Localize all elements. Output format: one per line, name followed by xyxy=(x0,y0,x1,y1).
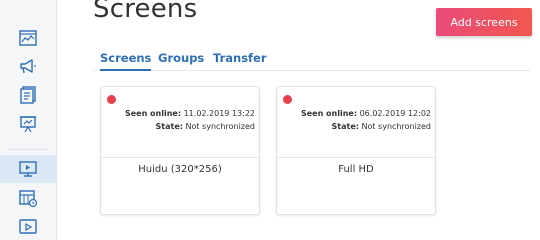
sidebar-item-campaigns[interactable] xyxy=(0,52,56,80)
screen-name: Full HD xyxy=(338,164,374,175)
sidebar-item-content[interactable] xyxy=(0,81,56,109)
tab-bar: Screens Groups Transfer xyxy=(93,51,530,71)
add-screens-button[interactable]: Add screens xyxy=(436,8,532,36)
tab-screens[interactable]: Screens xyxy=(100,51,152,71)
screen-name: Huidu (320*256) xyxy=(138,164,222,175)
sidebar-divider xyxy=(8,149,48,150)
tab-groups[interactable]: Groups xyxy=(158,51,204,71)
status-indicator xyxy=(107,95,116,104)
video-player-icon xyxy=(19,219,37,234)
sidebar-item-media[interactable] xyxy=(0,212,56,240)
presentation-board-icon xyxy=(20,116,36,133)
state-value: Not synchronized xyxy=(185,122,256,131)
sidebar-item-dashboard[interactable] xyxy=(0,24,56,52)
monitor-screen-icon xyxy=(19,161,37,177)
screen-info: Seen online: 06.02.2019 12:02 State: Not… xyxy=(301,107,431,133)
card-divider xyxy=(277,157,435,158)
seen-online-label: Seen online: xyxy=(124,109,182,118)
seen-online-row: Seen online: 11.02.2019 13:22 xyxy=(125,107,255,120)
screen-card[interactable]: Seen online: 11.02.2019 13:22 State: Not… xyxy=(100,86,260,215)
seen-online-value: 06.02.2019 12:02 xyxy=(359,109,431,118)
state-value: Not synchronized xyxy=(361,122,432,131)
screen-info: Seen online: 11.02.2019 13:22 State: Not… xyxy=(125,107,255,133)
state-row: State: Not synchronized xyxy=(125,120,255,133)
seen-online-label: Seen online: xyxy=(300,109,358,118)
seen-online-row: Seen online: 06.02.2019 12:02 xyxy=(301,107,431,120)
screen-card[interactable]: Seen online: 06.02.2019 12:02 State: Not… xyxy=(276,86,436,215)
sidebar xyxy=(0,0,57,240)
content-pages-icon xyxy=(20,86,36,104)
seen-online-value: 11.02.2019 13:22 xyxy=(183,109,255,118)
calendar-schedule-icon xyxy=(19,190,38,208)
card-divider xyxy=(101,157,259,158)
status-indicator xyxy=(283,95,292,104)
state-label: State: xyxy=(155,122,183,131)
state-row: State: Not synchronized xyxy=(301,120,431,133)
tab-transfer[interactable]: Transfer xyxy=(213,51,267,71)
sidebar-item-schedule[interactable] xyxy=(0,184,56,212)
state-label: State: xyxy=(331,122,359,131)
page-title: Screens xyxy=(93,0,198,24)
sidebar-item-presentations[interactable] xyxy=(0,110,56,138)
dashboard-chart-icon xyxy=(19,30,37,46)
sidebar-item-screens[interactable] xyxy=(0,155,56,183)
megaphone-icon xyxy=(20,59,36,74)
